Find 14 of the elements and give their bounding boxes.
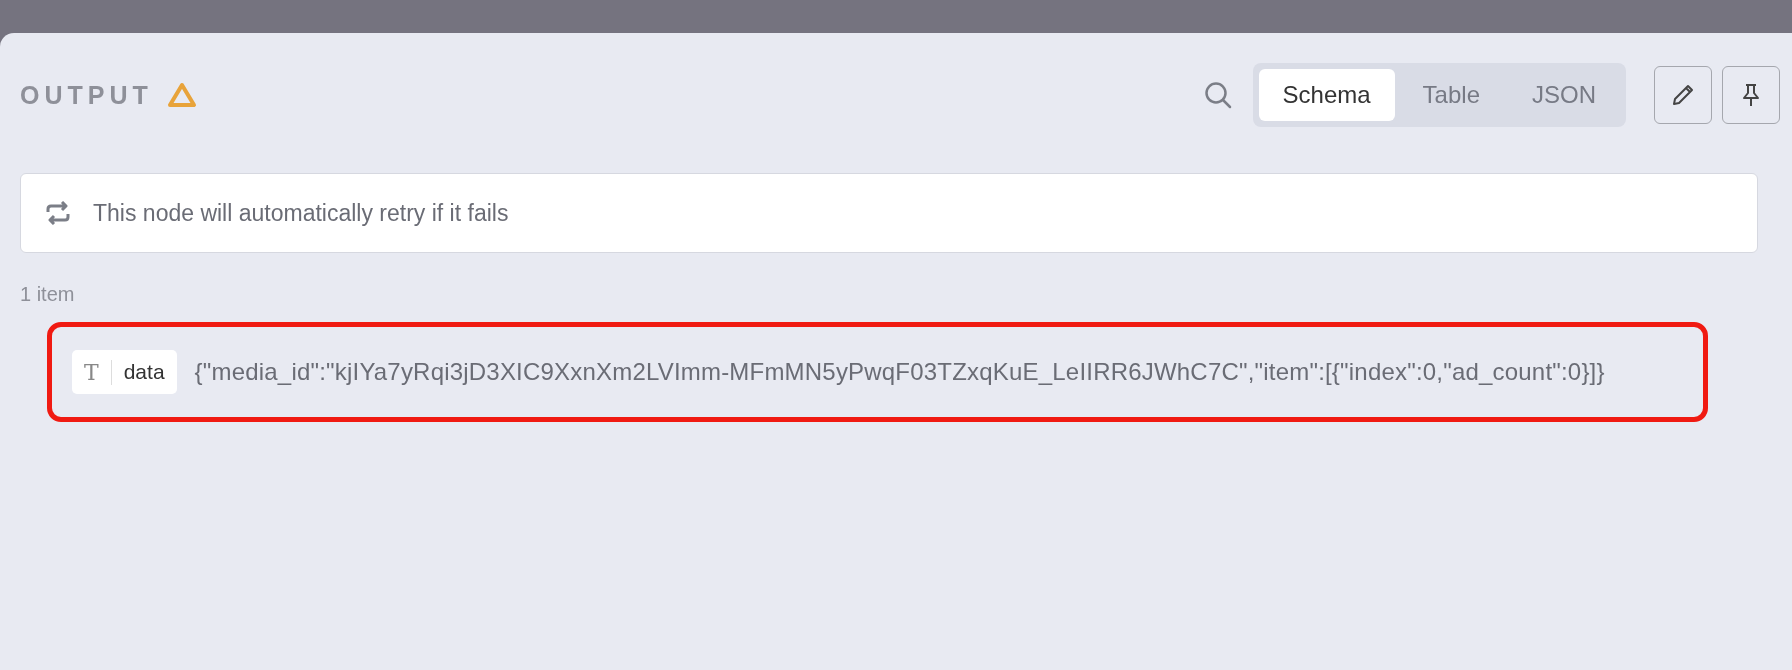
item-count: 1 item	[20, 283, 76, 306]
field-name: data	[122, 360, 165, 384]
edit-button[interactable]	[1654, 66, 1712, 124]
repeat-icon	[45, 201, 71, 225]
search-icon[interactable]	[1202, 80, 1233, 110]
notice-text: This node will automatically retry if it fails	[93, 199, 509, 227]
pencil-icon	[1670, 82, 1696, 108]
view-tab[interactable]: JSON	[1508, 69, 1620, 121]
view-tab[interactable]: Schema	[1258, 69, 1395, 121]
pin-button[interactable]	[1722, 66, 1780, 124]
view-tab[interactable]: Table	[1398, 69, 1504, 121]
type-label: T	[84, 359, 112, 385]
field-value: {"media_id":"kjIYa7yRqi3jD3XIC9XxnXm2LVImm-MFmMN5yPwqF03TZxqKuE_LeIIRR6JWhC7C","item":[{"index":0,"ad_count":0}]}	[194, 358, 1605, 386]
panel-title: OUTPUT	[20, 80, 153, 110]
